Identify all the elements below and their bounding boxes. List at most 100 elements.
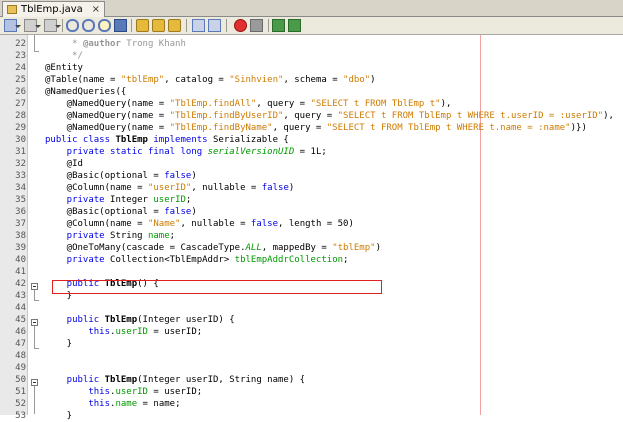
code-line[interactable]: 34 @Column(name = "userID", nullable = f… [0,182,623,194]
code-token: private [45,231,105,241]
code-token: = userID; [147,387,203,397]
next-bookmark-icon[interactable] [152,19,165,32]
code-token: this [45,399,111,409]
code-token: * [45,39,83,49]
line-number: 27 [15,99,26,109]
code-line[interactable]: 24 @Entity [0,62,623,74]
find-previous-icon[interactable] [66,19,79,32]
code-token: ALL [245,243,262,253]
code-token: private static final long [45,147,208,157]
uncomment-icon[interactable] [288,19,301,32]
code-token: = 1L; [294,147,327,157]
code-line[interactable]: 27 @NamedQuery(name = "TblEmp.findAll", … [0,98,623,110]
code-text: * @author Trong Khanh [45,38,186,50]
previous-bookmark-icon[interactable] [136,19,149,32]
code-editor[interactable]: 22 * @author Trong Khanh 23 */24 @Entity 25… [0,35,623,421]
fold-toggle-icon[interactable] [31,379,38,386]
code-text: public class TblEmp implements Serializa… [45,134,289,146]
code-token: "TblEmp.findByName" [169,123,273,133]
code-token: @Basic(optional = [45,207,165,217]
code-token: serialVersionUID [207,147,295,157]
code-line[interactable]: 26 @NamedQueries({ [0,86,623,98]
code-token: = userID; [147,327,203,337]
file-tab[interactable]: TblEmp.java × [2,1,105,17]
code-token: "userID" [147,183,192,193]
code-line[interactable]: 32 @Id [0,158,623,170]
forward-icon[interactable] [44,19,61,32]
code-line[interactable]: 53 } [0,410,623,422]
code-text: @NamedQuery(name = "TblEmp.findByUserID"… [45,110,614,122]
file-tab-label: TblEmp.java [21,4,83,15]
toolbar-separator [186,19,187,32]
stop-macro-icon[interactable] [250,19,263,32]
code-line[interactable]: 37 @Column(name = "Name", nullable = fal… [0,218,623,230]
code-token: @Column(name = [45,219,148,229]
code-token: tblEmpAddrCollection [234,255,344,265]
code-token: private [45,195,105,205]
code-token: ) [370,75,376,85]
code-text: @Basic(optional = false) [45,170,197,182]
code-token: ) [191,207,197,217]
last-edit-icon[interactable] [4,19,21,32]
code-line[interactable]: 40 private Collection<TblEmpAddr> tblEmp… [0,254,623,266]
code-line[interactable]: 35 private Integer userID; [0,194,623,206]
code-line[interactable]: 48 [0,350,623,362]
code-line[interactable]: 41 [0,266,623,278]
code-token: , length = 50) [278,219,354,229]
code-line[interactable]: 47 } [0,338,623,350]
highlighted-annotation-box [52,280,382,294]
back-icon[interactable] [24,19,41,32]
fold-line [34,326,35,348]
code-line[interactable]: 49 [0,362,623,374]
code-token: , query = [283,111,338,121]
code-line[interactable]: 31 private static final long serialVersi… [0,146,623,158]
code-line[interactable]: 25 @Table(name = "tblEmp", catalog = "Sin… [0,74,623,86]
code-text: @Column(name = "Name", nullable = false,… [45,218,354,230]
code-token: "Name" [147,219,181,229]
close-tab-icon[interactable]: × [92,2,100,17]
code-token: (Integer userID) { [137,315,235,325]
shift-left-icon[interactable] [192,19,205,32]
code-line[interactable]: 39 @OneToMany(cascade = CascadeType.ALL,… [0,242,623,254]
code-token: String [104,231,148,241]
code-token: @NamedQueries({ [45,87,127,97]
shift-right-icon[interactable] [208,19,221,32]
code-token: ), [440,99,452,109]
comment-icon[interactable] [272,19,285,32]
toggle-bookmark-icon[interactable] [168,19,181,32]
code-line[interactable]: 52 this.name = name; [0,398,623,410]
line-number: 29 [15,123,26,133]
code-line[interactable]: 44 [0,302,623,314]
code-line[interactable]: 23 */ [0,50,623,62]
code-line[interactable]: 38 private String name; [0,230,623,242]
code-line[interactable]: 46 this.userID = userID; [0,326,623,338]
line-number: 48 [15,351,26,361]
line-number: 51 [15,387,26,397]
code-line[interactable]: 36 @Basic(optional = false) [0,206,623,218]
code-line[interactable]: 28 @NamedQuery(name = "TblEmp.findByUser… [0,110,623,122]
code-line[interactable]: 22 * @author Trong Khanh [0,38,623,50]
code-line[interactable]: 29 @NamedQuery(name = "TblEmp.findByName… [0,122,623,134]
toggle-highlight-icon[interactable] [114,19,127,32]
line-number: 49 [15,363,26,373]
code-line[interactable]: 30 public class TblEmp implements Seriali… [0,134,623,146]
code-token: public class [45,135,116,145]
find-next-icon[interactable] [82,19,95,32]
code-line[interactable]: 50 public TblEmp(Integer userID, String … [0,374,623,386]
code-text: @NamedQueries({ [45,86,126,98]
code-token: , query = [272,123,327,133]
code-token: , schema = [283,75,344,85]
start-macro-icon[interactable] [234,19,247,32]
line-number: 26 [15,87,26,97]
code-line[interactable]: 33 @Basic(optional = false) [0,170,623,182]
code-line[interactable]: 51 this.userID = userID; [0,386,623,398]
code-line[interactable]: 45 public TblEmp(Integer userID) { [0,314,623,326]
code-token: ) [288,183,295,193]
code-token: false [164,171,192,181]
fold-toggle-icon[interactable] [31,283,38,290]
fold-toggle-icon[interactable] [31,319,38,326]
line-number: 30 [15,135,26,145]
find-selection-icon[interactable] [98,19,111,32]
code-token: public [45,375,105,385]
code-token: "tblEmp" [120,75,165,85]
